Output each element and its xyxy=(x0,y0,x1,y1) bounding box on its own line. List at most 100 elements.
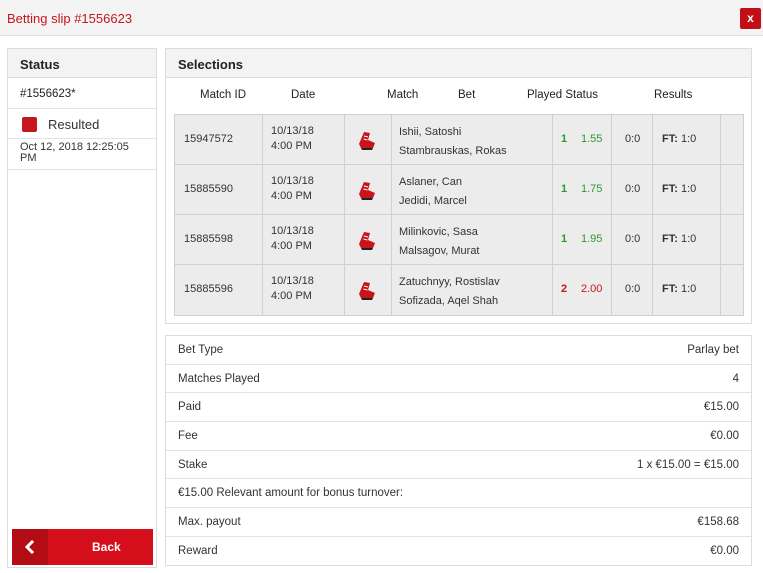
table-row: 15885598 10/13/18 4:00 PM Milinkovic, Sa… xyxy=(175,215,743,265)
match-cell: Ishii, Satoshi Stambrauskas, Rokas xyxy=(392,115,553,165)
close-button[interactable]: x xyxy=(740,8,761,29)
slip-date: Oct 12, 2018 12:25:05 PM xyxy=(8,139,156,170)
table-row: 15885590 10/13/18 4:00 PM Aslaner, Can J… xyxy=(175,165,743,215)
bet-type-value: Parlay bet xyxy=(687,344,739,356)
matches-played-label: Matches Played xyxy=(178,372,260,385)
col-match: Match xyxy=(387,89,419,101)
result-cell: FT: 1:0 xyxy=(653,115,721,165)
title-bar: Betting slip #1556623 x xyxy=(0,0,763,36)
bet-cell: 1 1.95 xyxy=(553,215,612,265)
summary-row-bonus-turnover: €15.00 Relevant amount for bonus turnove… xyxy=(166,479,751,509)
summary-row-bet-type: Bet Type Parlay bet xyxy=(166,336,751,365)
max-payout-label: Max. payout xyxy=(178,516,241,529)
played-score-cell: 0:0 xyxy=(612,265,653,315)
slip-date-line2: PM xyxy=(20,152,37,164)
status-indicator xyxy=(22,117,37,132)
bet-type-label: Bet Type xyxy=(178,344,224,356)
bonus-turnover-text: €15.00 Relevant amount for bonus turnove… xyxy=(178,487,404,500)
status-heading: Status xyxy=(8,49,156,78)
status-row: Resulted xyxy=(8,109,156,139)
bet-odds: 1.75 xyxy=(581,183,603,195)
summary-row-stake: Stake 1 x €15.00 = €15.00 xyxy=(166,451,751,480)
stake-label: Stake xyxy=(178,458,208,471)
team-1: Ishii, Satoshi xyxy=(399,126,462,138)
slip-id: #1556623* xyxy=(8,78,156,109)
team-2: Jedidi, Marcel xyxy=(399,195,467,207)
fee-value: €0.00 xyxy=(710,430,739,443)
match-cell: Aslaner, Can Jedidi, Marcel xyxy=(392,165,553,215)
date-line2: 4:00 PM xyxy=(271,140,312,152)
stake-value: 1 x €15.00 = €15.00 xyxy=(637,458,739,471)
date-line2: 4:00 PM xyxy=(271,190,312,202)
match-id-cell: 15885598 xyxy=(175,215,263,265)
empty-cell xyxy=(721,115,743,165)
col-match-id: Match ID xyxy=(200,89,247,101)
selections-panel: Selections Match ID Date Match Bet Playe… xyxy=(165,48,752,324)
date-line2: 4:00 PM xyxy=(271,290,312,302)
fee-label: Fee xyxy=(178,430,198,443)
bet-pick: 1 xyxy=(561,233,568,245)
result-value: 1:0 xyxy=(680,283,697,295)
date-line1: 10/13/18 xyxy=(271,175,314,187)
page-title: Betting slip #1556623 xyxy=(7,11,133,26)
summary-row-paid: Paid €15.00 xyxy=(166,393,751,423)
bet-cell: 2 2.00 xyxy=(553,265,612,315)
slip-date-line1: Oct 12, 2018 12:25:05 xyxy=(20,141,129,153)
close-icon: x xyxy=(747,11,754,25)
selections-table: 15947572 10/13/18 4:00 PM Ishii, Satoshi… xyxy=(174,114,744,316)
bet-pick: 1 xyxy=(561,183,568,195)
back-button-label: Back xyxy=(92,540,121,554)
col-played-status: Played Status xyxy=(527,89,598,101)
match-cell: Milinkovic, Sasa Malsagov, Murat xyxy=(392,215,553,265)
bet-summary-panel: Bet Type Parlay bet Matches Played 4 Pai… xyxy=(165,335,752,566)
table-row: 15885596 10/13/18 4:00 PM Zatuchnyy, Ros… xyxy=(175,265,743,315)
status-label: Resulted xyxy=(48,117,100,132)
team-2: Malsagov, Murat xyxy=(399,245,480,257)
reward-label: Reward xyxy=(178,544,218,557)
date-cell: 10/13/18 4:00 PM xyxy=(263,165,345,215)
date-line2: 4:00 PM xyxy=(271,240,312,252)
team-1: Milinkovic, Sasa xyxy=(399,226,478,238)
played-score-cell: 0:0 xyxy=(612,215,653,265)
selections-column-headers: Match ID Date Match Bet Played Status Re… xyxy=(166,89,751,109)
result-cell: FT: 1:0 xyxy=(653,165,721,215)
status-panel: Status #1556623* Resulted Oct 12, 2018 1… xyxy=(7,48,157,568)
matches-played-value: 4 xyxy=(732,372,739,385)
result-cell: FT: 1:0 xyxy=(653,215,721,265)
date-line1: 10/13/18 xyxy=(271,125,314,137)
result-value: 1:0 xyxy=(680,233,697,245)
reward-value: €0.00 xyxy=(710,544,739,557)
bet-odds: 1.95 xyxy=(581,233,603,245)
sport-cell xyxy=(345,115,392,165)
match-id-cell: 15885590 xyxy=(175,165,263,215)
match-id-cell: 15947572 xyxy=(175,115,263,165)
result-label: FT: xyxy=(662,283,678,295)
bet-pick: 2 xyxy=(561,283,568,295)
team-1: Zatuchnyy, Rostislav xyxy=(399,276,500,288)
col-results: Results xyxy=(654,89,693,101)
back-button[interactable]: Back xyxy=(12,529,153,565)
empty-cell xyxy=(721,265,743,315)
sport-cell xyxy=(345,215,392,265)
selections-heading: Selections xyxy=(166,49,751,78)
bet-cell: 1 1.55 xyxy=(553,115,612,165)
team-1: Aslaner, Can xyxy=(399,176,462,188)
max-payout-value: €158.68 xyxy=(697,516,739,529)
summary-row-reward: Reward €0.00 xyxy=(166,537,751,566)
bet-pick: 1 xyxy=(561,133,568,145)
col-bet: Bet xyxy=(458,89,476,101)
match-id-cell: 15885596 xyxy=(175,265,263,315)
summary-row-max-payout: Max. payout €158.68 xyxy=(166,508,751,537)
team-2: Stambrauskas, Rokas xyxy=(399,145,507,157)
paid-value: €15.00 xyxy=(703,401,739,414)
date-line1: 10/13/18 xyxy=(271,275,314,287)
bet-odds: 1.55 xyxy=(581,133,603,145)
date-cell: 10/13/18 4:00 PM xyxy=(263,115,345,165)
summary-row-matches-played: Matches Played 4 xyxy=(166,365,751,394)
sport-cell xyxy=(345,165,392,215)
result-value: 1:0 xyxy=(680,183,697,195)
date-cell: 10/13/18 4:00 PM xyxy=(263,215,345,265)
result-label: FT: xyxy=(662,233,678,245)
date-line1: 10/13/18 xyxy=(271,225,314,237)
football-boot-icon xyxy=(359,132,375,150)
